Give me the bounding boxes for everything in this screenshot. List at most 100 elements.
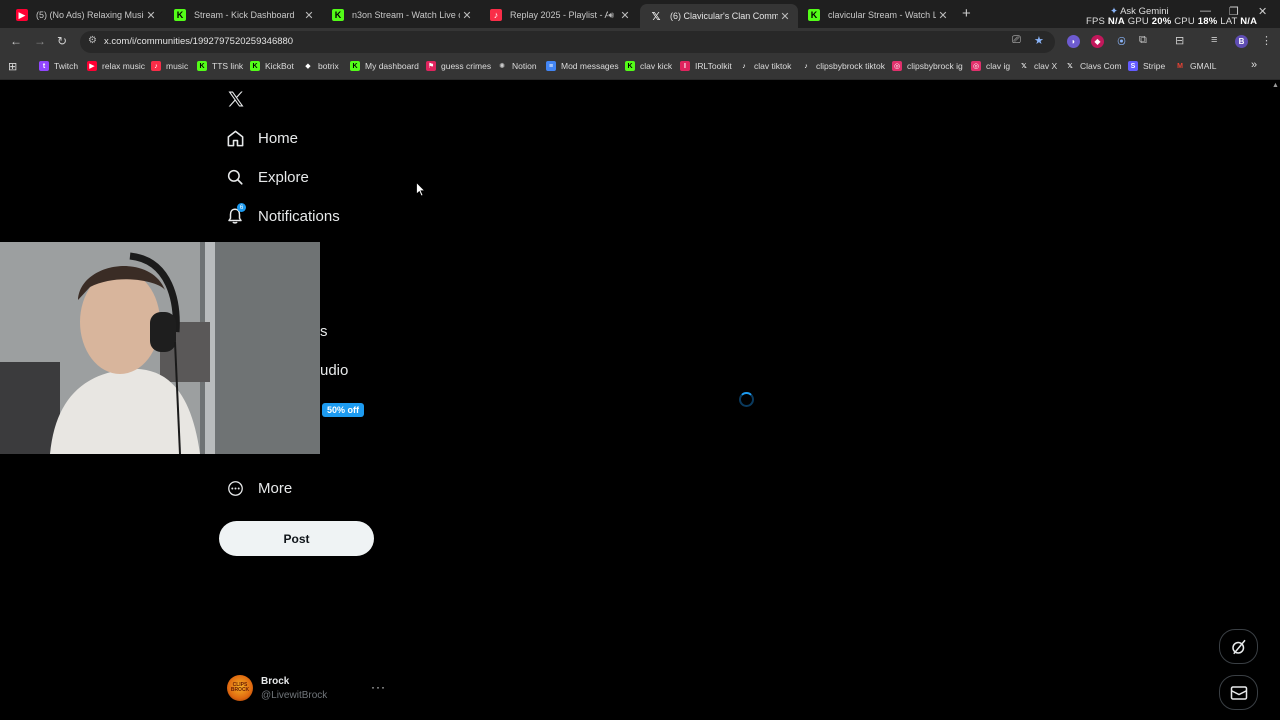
close-tab-icon[interactable]: ✕ <box>778 10 792 23</box>
close-tab-icon[interactable]: ✕ <box>144 9 158 22</box>
account-name: Brock <box>261 675 290 687</box>
address-bar[interactable]: ⚙︎ x.com/i/communities/19927975202593468… <box>80 31 1055 53</box>
bookmark-star-icon[interactable]: ★ <box>1034 34 1044 47</box>
kick-icon: K <box>808 9 820 21</box>
bookmark-label: KickBot <box>265 61 294 71</box>
botrix-icon: ◆ <box>305 63 311 70</box>
bookmark-item[interactable]: K TTS link <box>197 61 243 71</box>
extensions-puzzle-icon[interactable]: ⧉ <box>1139 34 1147 47</box>
bookmark-label: GMAIL <box>1190 61 1217 71</box>
bookmark-item[interactable]: ♪ clipsbybrock tiktok <box>801 61 885 71</box>
youtube-icon: ▶ <box>87 61 97 71</box>
bookmark-item[interactable]: ♪ music <box>151 61 188 71</box>
premium-discount-badge[interactable]: 50% off <box>322 403 365 417</box>
bookmark-item[interactable]: K KickBot <box>250 61 294 71</box>
bookmark-item[interactable]: ≡ Mod messages <box>546 61 619 71</box>
browser-tab[interactable]: ♪ Replay 2025 - Playlist - App 🔊︎ ✕ <box>480 4 638 26</box>
browser-menu-icon[interactable]: ⋮ <box>1261 34 1272 47</box>
tab-title: n3on Stream - Watch Live on Ki <box>352 10 460 20</box>
bookmark-item[interactable]: t Twitch <box>39 61 78 71</box>
bookmark-item[interactable]: ♪ clav tiktok <box>739 61 791 71</box>
mouse-cursor-icon <box>416 182 426 197</box>
kick-icon: K <box>197 61 207 71</box>
bookmark-label: Twitch <box>54 61 79 71</box>
grok-button[interactable] <box>1219 629 1258 664</box>
bookmark-item[interactable]: ⚑ guess crimes <box>426 61 491 71</box>
close-tab-icon[interactable]: ✕ <box>936 9 950 22</box>
bookmark-item[interactable]: ▶ relax music <box>87 61 145 71</box>
bookmark-item[interactable]: ◎ clipsbybrock ig <box>892 61 963 71</box>
bookmark-item[interactable]: K My dashboard <box>350 61 419 71</box>
close-tab-icon[interactable]: ✕ <box>618 9 632 22</box>
bookmark-label: clav kick <box>640 61 673 71</box>
bookmark-label: clav ig <box>986 61 1011 71</box>
bookmark-label: Stripe <box>1143 61 1166 71</box>
bookmark-label: botrix <box>318 61 339 71</box>
extension-icon[interactable]: ◗ <box>1067 35 1080 48</box>
browser-tab[interactable]: K clavicular Stream - Watch Live o ✕ <box>798 4 956 26</box>
install-app-icon[interactable]: ⎚ <box>1012 34 1021 47</box>
stripe-icon: S <box>1128 61 1138 71</box>
forward-icon[interactable]: → <box>34 34 46 48</box>
new-tab-button[interactable]: + <box>962 5 971 22</box>
webcam-overlay <box>0 242 320 454</box>
bookmark-item[interactable]: I IRLToolkit <box>680 61 732 71</box>
back-icon[interactable]: ← <box>10 34 22 48</box>
sidebar-item-more[interactable]: More <box>224 476 292 500</box>
sidebar-item-partial-label[interactable]: s <box>320 323 328 340</box>
sidebar-item-notifications[interactable]: 6 Notifications <box>224 203 340 228</box>
sidebar-item-home[interactable]: Home <box>224 126 298 150</box>
kick-icon: K <box>250 61 260 71</box>
reload-icon[interactable]: ↻ <box>57 34 67 48</box>
apps-grid-icon[interactable]: ⊞ <box>8 60 17 73</box>
bookmark-label: TTS link <box>212 61 244 71</box>
post-button[interactable]: Post <box>219 521 374 556</box>
browser-tab-active[interactable]: 𝕏 (6) Clavicular's Clan Community ✕ <box>640 4 798 28</box>
tab-search-icon[interactable]: ⊟ <box>1175 34 1184 47</box>
scroll-up-arrow-icon[interactable]: ▲ <box>1272 82 1279 89</box>
bookmark-item[interactable]: ✺ Notion <box>497 61 537 71</box>
bookmark-label: relax music <box>102 61 145 71</box>
webcam-feed-image <box>0 242 320 454</box>
account-more-icon[interactable]: ··· <box>371 680 386 694</box>
bookmark-label: clav tiktok <box>754 61 792 71</box>
docs-icon: ≡ <box>546 61 556 71</box>
apple-music-icon: ♪ <box>490 9 502 21</box>
messages-button[interactable] <box>1219 675 1258 710</box>
bookmark-item[interactable]: S Stripe <box>1128 61 1165 71</box>
bookmark-item[interactable]: M GMAIL <box>1175 61 1216 71</box>
extension-icon[interactable]: ⦿ <box>1115 35 1128 48</box>
x-icon: 𝕏 <box>1021 63 1027 70</box>
extension-icon[interactable]: ◆ <box>1091 35 1104 48</box>
audio-playing-icon[interactable]: 🔊︎ <box>608 10 614 21</box>
bookmark-item[interactable]: 𝕏 Clavs Com <box>1065 61 1121 71</box>
bookmark-label: clipsbybrock tiktok <box>816 61 885 71</box>
gpu-value: 20% <box>1151 16 1172 27</box>
bookmark-item[interactable]: 𝕏clav X <box>1019 61 1057 71</box>
site-info-icon[interactable]: ⚙︎ <box>88 35 97 46</box>
bookmark-item[interactable]: Kclav kick <box>625 61 672 71</box>
url-text[interactable]: x.com/i/communities/1992797520259346880 <box>104 36 293 47</box>
media-controls-icon[interactable]: ≡ <box>1211 34 1217 46</box>
bookmarks-overflow-icon[interactable]: » <box>1251 59 1257 71</box>
profile-avatar[interactable]: B <box>1235 35 1248 48</box>
bookmark-item[interactable]: ◆ botrix <box>303 61 339 71</box>
notifications-badge: 6 <box>237 203 246 212</box>
youtube-icon: ▶ <box>16 9 28 21</box>
browser-tab[interactable]: K n3on Stream - Watch Live on Ki ✕ <box>322 4 480 26</box>
bookmark-item[interactable]: ◎ clav ig <box>971 61 1010 71</box>
fps-value: N/A <box>1107 16 1125 27</box>
page-scrollbar[interactable] <box>1270 81 1280 720</box>
browser-tab[interactable]: K Stream - Kick Dashboard ✕ <box>164 4 322 26</box>
close-window-icon[interactable]: ✕ <box>1258 5 1267 18</box>
sidebar-item-explore[interactable]: Explore <box>224 165 309 189</box>
sidebar-item-partial-label[interactable]: udio <box>320 362 348 379</box>
browser-tab[interactable]: ▶ (5) (No Ads) Relaxing Music Fo ✕ <box>6 4 164 26</box>
bookmarks-bar: ⊞ t Twitch ▶ relax music ♪ music K TTS link … <box>0 56 1280 80</box>
tab-title: clavicular Stream - Watch Live o <box>828 10 936 20</box>
close-tab-icon[interactable]: ✕ <box>460 9 474 22</box>
account-switcher[interactable]: CLIPS BROCK Brock @LivewitBrock <box>227 675 327 701</box>
x-logo-icon[interactable] <box>226 89 246 109</box>
close-tab-icon[interactable]: ✕ <box>302 9 316 22</box>
lat-value: N/A <box>1240 16 1258 27</box>
